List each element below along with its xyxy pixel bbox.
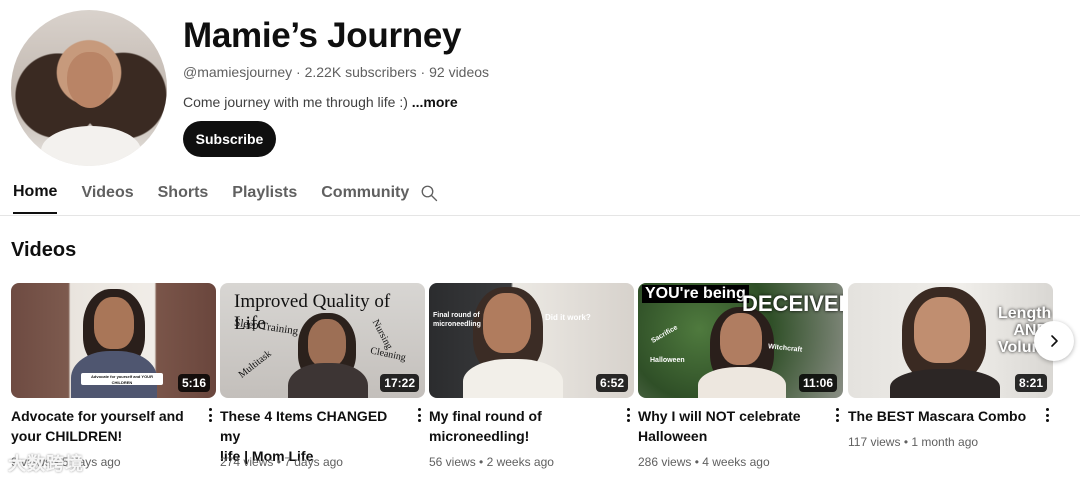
tab-community[interactable]: Community (321, 184, 409, 213)
thumbnail-caption: Advocate for yourself and YOUR CHILDREN (81, 373, 163, 385)
more-vert-icon[interactable] (833, 406, 841, 424)
tabs-divider (0, 215, 1080, 216)
video-count: 92 videos (429, 64, 490, 80)
video-meta: 274 views • 7 days ago (220, 455, 343, 469)
chevron-right-icon (1051, 335, 1058, 347)
thumbnail-word: Halloween (650, 357, 685, 364)
tab-home[interactable]: Home (13, 183, 58, 214)
video-title-line: Why I will NOT celebrate (638, 408, 801, 424)
view-count: 56 views (429, 455, 476, 469)
video-title-line: microneedling! (429, 428, 530, 444)
more-vert-icon[interactable] (415, 406, 423, 424)
video-title[interactable]: Advocate for yourself and your CHILDREN! (11, 406, 191, 446)
thumbnail-headline: YOU're being (642, 285, 749, 303)
section-title: Videos (11, 239, 77, 261)
meta-separator: · (416, 64, 430, 80)
video-thumbnail[interactable]: Improved Quality of Life Sleep Training … (220, 283, 425, 398)
view-count: 117 views (848, 435, 901, 449)
video-thumbnail[interactable]: Final round of microneedling Did it work… (429, 283, 634, 398)
avatar-shirt (41, 126, 141, 166)
channel-meta: @mamiesjourney · 2.22K subscribers · 92 … (183, 64, 489, 80)
video-thumbnail[interactable]: YOU're being DECEIVED Sacrifice Witchcra… (638, 283, 843, 398)
channel-avatar (11, 10, 167, 166)
video-card: Advocate for yourself and YOUR CHILDREN … (11, 283, 216, 469)
upload-age: 2 weeks ago (486, 455, 554, 469)
video-title[interactable]: Why I will NOT celebrate Halloween (638, 406, 818, 446)
channel-description: Come journey with me through life :) ...… (183, 94, 458, 110)
video-title-line: your CHILDREN! (11, 428, 123, 444)
next-button[interactable] (1034, 321, 1074, 361)
more-vert-icon[interactable] (206, 406, 214, 424)
more-vert-icon[interactable] (1043, 406, 1051, 424)
video-title[interactable]: My final round of microneedling! (429, 406, 609, 446)
thumbnail-caption: Did it work? (545, 313, 591, 322)
meta-separator: • (691, 455, 703, 469)
more-link[interactable]: ...more (412, 94, 458, 110)
video-title-line: The BEST Mascara Combo (848, 408, 1027, 424)
video-duration: 17:22 (380, 374, 419, 392)
video-title[interactable]: The BEST Mascara Combo (848, 406, 1028, 426)
tab-videos[interactable]: Videos (81, 184, 133, 213)
video-title-line: Halloween (638, 428, 708, 444)
channel-tabs: Home Videos Shorts Playlists Community (13, 183, 433, 214)
video-duration: 11:06 (798, 374, 837, 392)
tab-playlists[interactable]: Playlists (232, 184, 297, 213)
tab-shorts[interactable]: Shorts (158, 184, 209, 213)
thumbnail-word: Multitask (236, 348, 274, 381)
video-title-line: These 4 Items CHANGED my (220, 408, 388, 444)
video-card: Length AND Volume 8:21 The BEST Mascara … (848, 283, 1053, 449)
thumbnail-word: Sacrifice (650, 324, 679, 345)
view-count: 286 views (638, 455, 692, 469)
video-meta: 286 views • 4 weeks ago (638, 455, 770, 469)
upload-age: 4 weeks ago (702, 455, 770, 469)
subscriber-count: 2.22K subscribers (304, 64, 417, 80)
video-card: Improved Quality of Life Sleep Training … (220, 283, 425, 469)
watermark: 大数跨境 (8, 454, 84, 474)
thumbnail-caption: Final round of microneedling (433, 312, 481, 328)
thumbnail-headline: DECEIVED (742, 291, 843, 316)
search-icon[interactable] (420, 184, 438, 202)
video-card: Final round of microneedling Did it work… (429, 283, 634, 469)
video-meta: 117 views • 1 month ago (848, 435, 978, 449)
meta-separator: · (292, 64, 305, 80)
video-thumbnail[interactable]: Advocate for yourself and YOUR CHILDREN … (11, 283, 216, 398)
video-duration: 5:16 (177, 374, 210, 392)
channel-name: Mamie’s Journey (183, 16, 462, 55)
video-meta: 56 views • 2 weeks ago (429, 455, 554, 469)
upload-age: 7 days ago (284, 455, 343, 469)
video-duration: 6:52 (595, 374, 628, 392)
video-thumbnail[interactable]: Length AND Volume 8:21 (848, 283, 1053, 398)
view-count: 274 views (220, 455, 274, 469)
video-title-line: My final round of (429, 408, 542, 424)
more-vert-icon[interactable] (624, 406, 632, 424)
video-duration: 8:21 (1014, 374, 1047, 392)
meta-separator: • (475, 455, 487, 469)
meta-separator: • (273, 455, 285, 469)
video-card: YOU're being DECEIVED Sacrifice Witchcra… (638, 283, 843, 469)
thumbnail-word: Cleaning (369, 345, 407, 364)
upload-age: 1 month ago (911, 435, 979, 449)
channel-handle: @mamiesjourney (183, 64, 293, 80)
avatar-face (67, 52, 113, 108)
subscribe-button[interactable]: Subscribe (183, 121, 276, 157)
video-title-line: Advocate for yourself and (11, 408, 184, 424)
description-text: Come journey with me through life :) (183, 94, 408, 110)
meta-separator: • (900, 435, 912, 449)
